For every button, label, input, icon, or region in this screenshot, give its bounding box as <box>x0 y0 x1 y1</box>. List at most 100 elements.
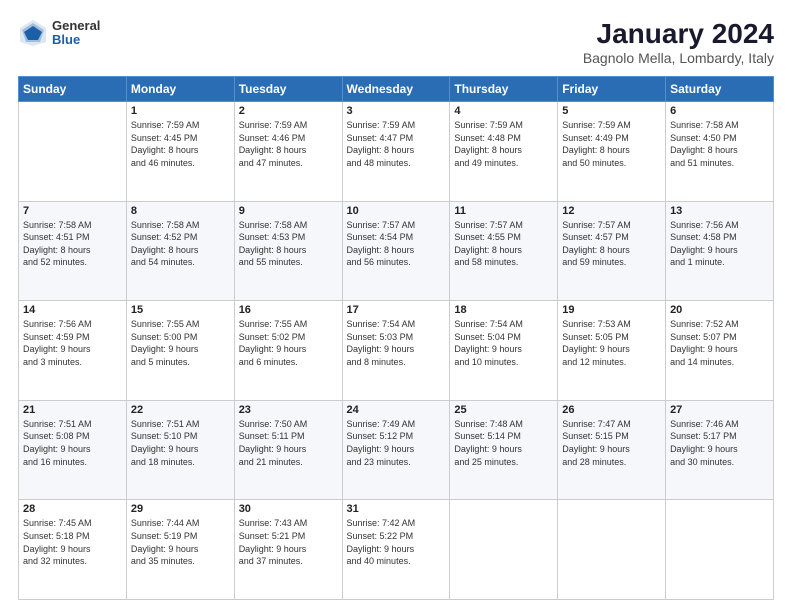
day-info: Sunrise: 7:54 AM Sunset: 5:04 PM Dayligh… <box>454 318 553 368</box>
calendar-cell: 13Sunrise: 7:56 AM Sunset: 4:58 PM Dayli… <box>666 201 774 301</box>
day-header-saturday: Saturday <box>666 77 774 102</box>
day-number: 17 <box>347 304 446 316</box>
day-info: Sunrise: 7:51 AM Sunset: 5:10 PM Dayligh… <box>131 418 230 468</box>
header: General Blue January 2024 Bagnolo Mella,… <box>18 18 774 66</box>
day-number: 3 <box>347 105 446 117</box>
day-number: 30 <box>239 503 338 515</box>
day-info: Sunrise: 7:43 AM Sunset: 5:21 PM Dayligh… <box>239 517 338 567</box>
calendar-week-row: 7Sunrise: 7:58 AM Sunset: 4:51 PM Daylig… <box>19 201 774 301</box>
calendar-cell: 7Sunrise: 7:58 AM Sunset: 4:51 PM Daylig… <box>19 201 127 301</box>
page-title: January 2024 <box>583 18 774 50</box>
calendar-cell: 23Sunrise: 7:50 AM Sunset: 5:11 PM Dayli… <box>234 400 342 500</box>
logo-text: General Blue <box>52 19 100 48</box>
calendar-cell: 26 Sunrise: 7:47 AM Sunset: 5:15 PM Dayli… <box>558 400 666 500</box>
day-info: Sunrise: 7:59 AM Sunset: 4:49 PM Dayligh… <box>562 119 661 169</box>
day-info: Sunrise: 7:51 AM Sunset: 5:08 PM Dayligh… <box>23 418 122 468</box>
calendar-table: SundayMondayTuesdayWednesdayThursdayFrid… <box>18 76 774 600</box>
day-number: 10 <box>347 205 446 217</box>
day-info: Sunrise: 7:53 AM Sunset: 5:05 PM Dayligh… <box>562 318 661 368</box>
day-header-tuesday: Tuesday <box>234 77 342 102</box>
calendar-cell: 1 Sunrise: 7:59 AM Sunset: 4:45 PM Daylig… <box>126 102 234 202</box>
day-number: 11 <box>454 205 553 217</box>
calendar-cell: 18 Sunrise: 7:54 AM Sunset: 5:04 PM Dayli… <box>450 301 558 401</box>
day-header-monday: Monday <box>126 77 234 102</box>
day-info: Sunrise: 7:55 AM Sunset: 5:00 PM Dayligh… <box>131 318 230 368</box>
day-info: Sunrise: 7:54 AM Sunset: 5:03 PM Dayligh… <box>347 318 446 368</box>
day-info: Sunrise: 7:56 AM Sunset: 4:58 PM Dayligh… <box>670 219 769 269</box>
calendar-cell: 8Sunrise: 7:58 AM Sunset: 4:52 PM Daylig… <box>126 201 234 301</box>
calendar-cell: 12Sunrise: 7:57 AM Sunset: 4:57 PM Dayli… <box>558 201 666 301</box>
calendar-week-row: 28 Sunrise: 7:45 AM Sunset: 5:18 PM Dayli… <box>19 500 774 600</box>
day-info: Sunrise: 7:48 AM Sunset: 5:14 PM Dayligh… <box>454 418 553 468</box>
day-info: Sunrise: 7:58 AM Sunset: 4:52 PM Dayligh… <box>131 219 230 269</box>
calendar-cell: 6Sunrise: 7:58 AM Sunset: 4:50 PM Daylig… <box>666 102 774 202</box>
calendar-cell: 27 Sunrise: 7:46 AM Sunset: 5:17 PM Dayli… <box>666 400 774 500</box>
day-info: Sunrise: 7:59 AM Sunset: 4:48 PM Dayligh… <box>454 119 553 169</box>
day-number: 29 <box>131 503 230 515</box>
day-number: 22 <box>131 404 230 416</box>
calendar-header-row: SundayMondayTuesdayWednesdayThursdayFrid… <box>19 77 774 102</box>
day-number: 1 <box>131 105 230 117</box>
calendar-cell: 14Sunrise: 7:56 AM Sunset: 4:59 PM Dayli… <box>19 301 127 401</box>
day-info: Sunrise: 7:59 AM Sunset: 4:45 PM Dayligh… <box>131 119 230 169</box>
day-number: 18 <box>454 304 553 316</box>
day-info: Sunrise: 7:57 AM Sunset: 4:54 PM Dayligh… <box>347 219 446 269</box>
day-number: 5 <box>562 105 661 117</box>
calendar-cell <box>19 102 127 202</box>
calendar-cell: 21 Sunrise: 7:51 AM Sunset: 5:08 PM Dayli… <box>19 400 127 500</box>
day-info: Sunrise: 7:47 AM Sunset: 5:15 PM Dayligh… <box>562 418 661 468</box>
day-number: 28 <box>23 503 122 515</box>
calendar-week-row: 14Sunrise: 7:56 AM Sunset: 4:59 PM Dayli… <box>19 301 774 401</box>
page: General Blue January 2024 Bagnolo Mella,… <box>0 0 792 612</box>
day-number: 31 <box>347 503 446 515</box>
day-info: Sunrise: 7:50 AM Sunset: 5:11 PM Dayligh… <box>239 418 338 468</box>
calendar-cell: 15 Sunrise: 7:55 AM Sunset: 5:00 PM Dayli… <box>126 301 234 401</box>
calendar-cell: 24 Sunrise: 7:49 AM Sunset: 5:12 PM Dayli… <box>342 400 450 500</box>
day-number: 25 <box>454 404 553 416</box>
calendar-cell: 11 Sunrise: 7:57 AM Sunset: 4:55 PM Dayli… <box>450 201 558 301</box>
calendar-cell: 30 Sunrise: 7:43 AM Sunset: 5:21 PM Dayli… <box>234 500 342 600</box>
day-number: 21 <box>23 404 122 416</box>
day-header-friday: Friday <box>558 77 666 102</box>
day-number: 16 <box>239 304 338 316</box>
logo-general: General <box>52 19 100 33</box>
day-number: 15 <box>131 304 230 316</box>
day-number: 26 <box>562 404 661 416</box>
day-info: Sunrise: 7:45 AM Sunset: 5:18 PM Dayligh… <box>23 517 122 567</box>
calendar-cell: 10 Sunrise: 7:57 AM Sunset: 4:54 PM Dayli… <box>342 201 450 301</box>
day-info: Sunrise: 7:56 AM Sunset: 4:59 PM Dayligh… <box>23 318 122 368</box>
day-info: Sunrise: 7:57 AM Sunset: 4:57 PM Dayligh… <box>562 219 661 269</box>
calendar-cell <box>666 500 774 600</box>
calendar-cell: 19 Sunrise: 7:53 AM Sunset: 5:05 PM Dayli… <box>558 301 666 401</box>
calendar-cell <box>558 500 666 600</box>
calendar-cell: 9Sunrise: 7:58 AM Sunset: 4:53 PM Daylig… <box>234 201 342 301</box>
day-info: Sunrise: 7:59 AM Sunset: 4:46 PM Dayligh… <box>239 119 338 169</box>
day-info: Sunrise: 7:42 AM Sunset: 5:22 PM Dayligh… <box>347 517 446 567</box>
day-number: 4 <box>454 105 553 117</box>
day-info: Sunrise: 7:57 AM Sunset: 4:55 PM Dayligh… <box>454 219 553 269</box>
calendar-week-row: 1 Sunrise: 7:59 AM Sunset: 4:45 PM Daylig… <box>19 102 774 202</box>
calendar-cell: 16Sunrise: 7:55 AM Sunset: 5:02 PM Dayli… <box>234 301 342 401</box>
calendar-cell <box>450 500 558 600</box>
day-info: Sunrise: 7:58 AM Sunset: 4:51 PM Dayligh… <box>23 219 122 269</box>
day-number: 24 <box>347 404 446 416</box>
calendar-cell: 3Sunrise: 7:59 AM Sunset: 4:47 PM Daylig… <box>342 102 450 202</box>
calendar-cell: 2 Sunrise: 7:59 AM Sunset: 4:46 PM Daylig… <box>234 102 342 202</box>
calendar-cell: 22 Sunrise: 7:51 AM Sunset: 5:10 PM Dayli… <box>126 400 234 500</box>
day-number: 2 <box>239 105 338 117</box>
calendar-cell: 5 Sunrise: 7:59 AM Sunset: 4:49 PM Daylig… <box>558 102 666 202</box>
logo-blue: Blue <box>52 33 100 47</box>
calendar-cell: 28 Sunrise: 7:45 AM Sunset: 5:18 PM Dayli… <box>19 500 127 600</box>
day-info: Sunrise: 7:49 AM Sunset: 5:12 PM Dayligh… <box>347 418 446 468</box>
calendar-cell: 17 Sunrise: 7:54 AM Sunset: 5:03 PM Dayli… <box>342 301 450 401</box>
day-header-thursday: Thursday <box>450 77 558 102</box>
day-info: Sunrise: 7:44 AM Sunset: 5:19 PM Dayligh… <box>131 517 230 567</box>
day-number: 19 <box>562 304 661 316</box>
day-number: 27 <box>670 404 769 416</box>
logo-icon <box>18 18 48 48</box>
calendar-cell: 4 Sunrise: 7:59 AM Sunset: 4:48 PM Daylig… <box>450 102 558 202</box>
day-info: Sunrise: 7:46 AM Sunset: 5:17 PM Dayligh… <box>670 418 769 468</box>
day-number: 6 <box>670 105 769 117</box>
calendar-week-row: 21 Sunrise: 7:51 AM Sunset: 5:08 PM Dayli… <box>19 400 774 500</box>
day-header-sunday: Sunday <box>19 77 127 102</box>
